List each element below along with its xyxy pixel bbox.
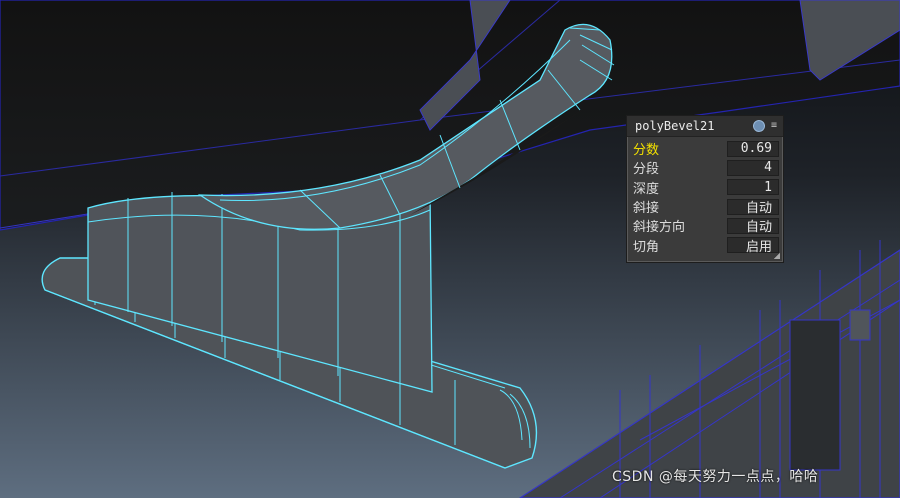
- attr-value[interactable]: 启用: [727, 237, 779, 255]
- menu-icon[interactable]: ≡: [771, 121, 777, 131]
- node-icon[interactable]: [752, 120, 765, 132]
- hud-title: polyBevel21: [635, 119, 715, 133]
- hud-attribute-list: 分数 0.69 分段 4 深度 1 斜接 自动 斜接方向 自动 切角 启用: [627, 137, 783, 255]
- maya-viewport[interactable]: polyBevel21 ≡ 分数 0.69 分段 4 深度 1 斜接 自动 斜接…: [0, 0, 900, 498]
- attr-label: 斜接方向: [633, 220, 686, 236]
- hud-row-depth[interactable]: 深度 1: [631, 178, 779, 197]
- resize-grip-icon[interactable]: [774, 253, 780, 259]
- hud-title-bar[interactable]: polyBevel21 ≡: [627, 116, 783, 137]
- attr-value[interactable]: 1: [727, 179, 779, 196]
- attr-label: 分段: [633, 162, 660, 178]
- attr-value[interactable]: 自动: [727, 217, 779, 235]
- hud-row-fraction[interactable]: 分数 0.69: [631, 139, 779, 158]
- bevel-settings-hud[interactable]: polyBevel21 ≡ 分数 0.69 分段 4 深度 1 斜接 自动 斜接…: [626, 115, 784, 263]
- hud-row-chamfer[interactable]: 切角 启用: [631, 235, 779, 255]
- watermark: CSDN @每天努力一点点，哈哈: [612, 469, 819, 485]
- hud-row-miter-along[interactable]: 斜接方向 自动: [631, 216, 779, 235]
- attr-label: 深度: [633, 181, 660, 197]
- attr-value[interactable]: 0.69: [727, 140, 779, 157]
- attr-value[interactable]: 自动: [727, 198, 779, 216]
- attr-label: 切角: [633, 239, 660, 255]
- attr-value[interactable]: 4: [727, 159, 779, 176]
- attr-label: 分数: [633, 143, 660, 159]
- attr-label: 斜接: [633, 201, 660, 217]
- hud-row-segments[interactable]: 分段 4: [631, 158, 779, 177]
- hud-row-mitering[interactable]: 斜接 自动: [631, 197, 779, 216]
